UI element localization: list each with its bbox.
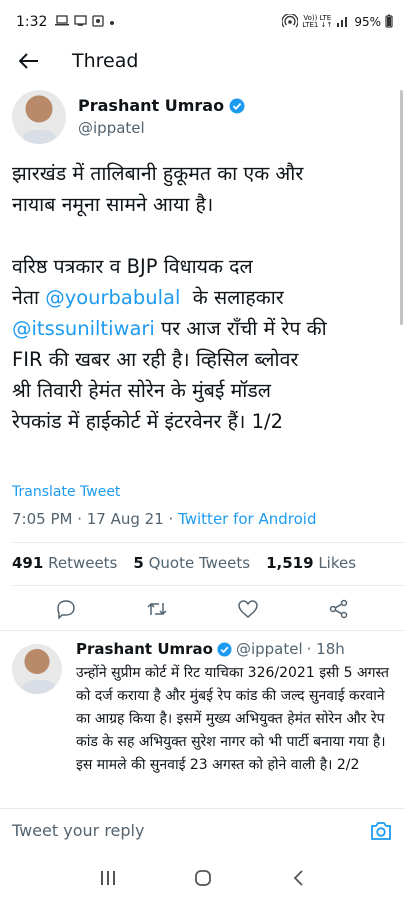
verified-badge-icon xyxy=(229,98,245,113)
battery-icon xyxy=(385,14,393,31)
home-icon[interactable] xyxy=(191,866,215,890)
tweet-author[interactable]: Prashant Umrao @ippatel xyxy=(0,90,405,144)
tweet-line: @itssuniltiwari पर आज राँची में रेप की xyxy=(12,313,393,344)
tweet-timestamp: 7:05 PM · 17 Aug 21 · Twitter for Androi… xyxy=(12,510,317,528)
mention-link[interactable]: @itssuniltiwari xyxy=(12,317,155,340)
dot-icon xyxy=(109,16,115,29)
reply-header: Prashant Umrao @ippatel · 18h xyxy=(76,640,393,658)
share-icon[interactable] xyxy=(326,596,352,622)
translate-link[interactable]: Translate Tweet xyxy=(12,484,120,500)
tweet-source-link[interactable]: Twitter for Android xyxy=(178,510,316,528)
author-name[interactable]: Prashant Umrao xyxy=(78,96,224,115)
hotspot-icon xyxy=(281,12,299,31)
reply-tweet[interactable]: Prashant Umrao @ippatel · 18h उन्होंने स… xyxy=(0,640,405,810)
tweet-actions xyxy=(0,596,405,622)
tweet-line: झारखंड में तालिबानी हुकूमत का एक और xyxy=(12,162,304,185)
back-arrow-icon[interactable] xyxy=(14,46,44,76)
avatar[interactable] xyxy=(12,644,62,694)
page-title: Thread xyxy=(72,50,139,72)
network-label: Vo)) LTE LTE1 ↓↑ xyxy=(302,14,333,29)
back-nav-icon[interactable] xyxy=(286,866,310,890)
divider xyxy=(0,630,405,631)
reply-input[interactable]: Tweet your reply xyxy=(12,821,144,840)
notification-icons xyxy=(55,14,115,30)
quote-tweets-stat[interactable]: 5 Quote Tweets xyxy=(133,554,250,572)
retweets-stat[interactable]: 491 Retweets xyxy=(12,554,117,572)
reply-author-handle[interactable]: @ippatel xyxy=(236,640,303,658)
signal-icon xyxy=(336,15,350,30)
tweet-time-date: 7:05 PM · 17 Aug 21 · xyxy=(12,510,179,528)
tweet-stats: 491 Retweets 5 Quote Tweets 1,519 Likes xyxy=(12,554,356,572)
status-right: Vo)) LTE LTE1 ↓↑ 95% xyxy=(281,12,393,31)
reply-composer[interactable]: Tweet your reply xyxy=(0,808,405,852)
tweet-line: श्री तिवारी हेमंत सोरेन के मुंबई मॉडल xyxy=(12,379,272,402)
reply-text: उन्होंने सुप्रीम कोर्ट में रिट याचिका 32… xyxy=(76,665,389,773)
like-heart-icon[interactable] xyxy=(235,596,261,622)
tweet-line: वरिष्ठ पत्रकार व BJP विधायक दल xyxy=(12,255,253,278)
main-tweet: Prashant Umrao @ippatel झारखंड में तालिब… xyxy=(0,90,405,437)
app-icon xyxy=(92,14,105,30)
avatar[interactable] xyxy=(12,90,66,144)
tweet-text: झारखंड में तालिबानी हुकूमत का एक और नाया… xyxy=(0,158,405,437)
reply-icon[interactable] xyxy=(53,596,79,622)
author-handle[interactable]: @ippatel xyxy=(78,119,245,137)
status-bar: 1:32 Vo)) LTE LTE1 ↓↑ 95% xyxy=(0,0,405,44)
divider xyxy=(12,585,405,586)
laptop-icon xyxy=(55,15,70,29)
tweet-text-segment: पर आज राँची में रेप की xyxy=(154,317,327,340)
reply-age: · 18h xyxy=(306,640,345,658)
camera-icon[interactable] xyxy=(369,819,393,843)
app-bar: Thread xyxy=(0,44,405,78)
tweet-text-segment: नेता xyxy=(12,286,46,309)
recents-icon[interactable] xyxy=(96,866,120,890)
likes-stat[interactable]: 1,519 Likes xyxy=(266,554,356,572)
mention-link[interactable]: @yourbabulal xyxy=(45,286,180,309)
reply-author-name[interactable]: Prashant Umrao xyxy=(76,640,213,658)
tweet-line: नेता @yourbabulal के सलाहकार xyxy=(12,282,393,313)
tweet-line: रेपकांड में हाईकोर्ट में इंटरवेनर हैं। 1… xyxy=(12,410,284,433)
tweet-line: नायाब नमूना सामने आया है। xyxy=(12,193,214,216)
tweet-line: FIR की खबर आ रही है। व्हिसिल ब्लोवर xyxy=(12,348,299,371)
tweet-text-segment: के सलाहकार xyxy=(180,286,284,309)
battery-level: 95% xyxy=(354,15,381,29)
retweet-icon[interactable] xyxy=(144,596,170,622)
status-time: 1:32 xyxy=(16,14,48,30)
screen-icon xyxy=(74,15,88,29)
system-nav-bar xyxy=(0,856,405,900)
verified-badge-icon xyxy=(217,641,232,657)
divider xyxy=(12,542,405,543)
